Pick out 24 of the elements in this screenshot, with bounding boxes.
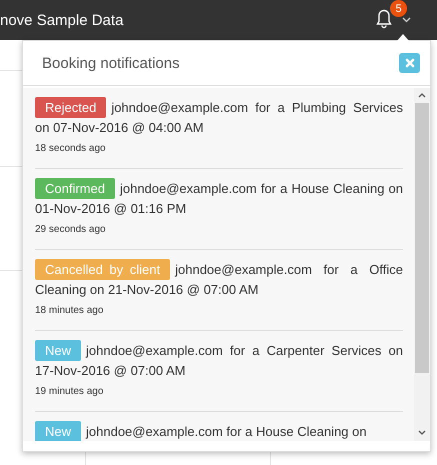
close-icon [404, 58, 414, 68]
notification-count-badge: 5 [390, 0, 407, 17]
notification-text: Confirmed johndoe@example.com for a House Cleaning on 01-Nov-2016 @ 01:16 PM [35, 178, 403, 219]
notification-text: Cancelled by client johndoe@example.com for a Office Cleaning on 21-Nov-2016 @ 07:00 AM [35, 259, 403, 300]
bell-icon[interactable] [376, 9, 392, 29]
status-label: Rejected [35, 97, 106, 118]
scrollbar[interactable] [414, 88, 430, 441]
notification-text: Rejected johndoe@example.com for a Plumbing Services on 07-Nov-2016 @ 04:00 AM [35, 97, 403, 138]
chevron-down-icon[interactable] [402, 17, 411, 23]
popup-title: Booking notifications [42, 54, 180, 72]
scroll-up-icon[interactable] [418, 93, 426, 98]
notification-text: New johndoe@example.com for a House Cleaning on [35, 421, 403, 441]
status-label: Confirmed [35, 178, 115, 199]
scroll-down-icon[interactable] [418, 430, 426, 435]
notification-time: 18 seconds ago [35, 143, 106, 154]
status-label: New [35, 340, 82, 361]
notification-time: 19 minutes ago [35, 386, 104, 397]
status-label: New [35, 421, 82, 441]
page-title: nove Sample Data [0, 12, 124, 28]
notification-text: New johndoe@example.com for a Carpenter Services on 17-Nov-2016 @ 07:00 AM [35, 340, 403, 381]
status-label: Cancelled by client [35, 259, 170, 280]
notification-time: 29 seconds ago [35, 224, 106, 235]
scrollbar-thumb[interactable] [415, 103, 429, 373]
notification-time: 18 minutes ago [35, 305, 104, 316]
